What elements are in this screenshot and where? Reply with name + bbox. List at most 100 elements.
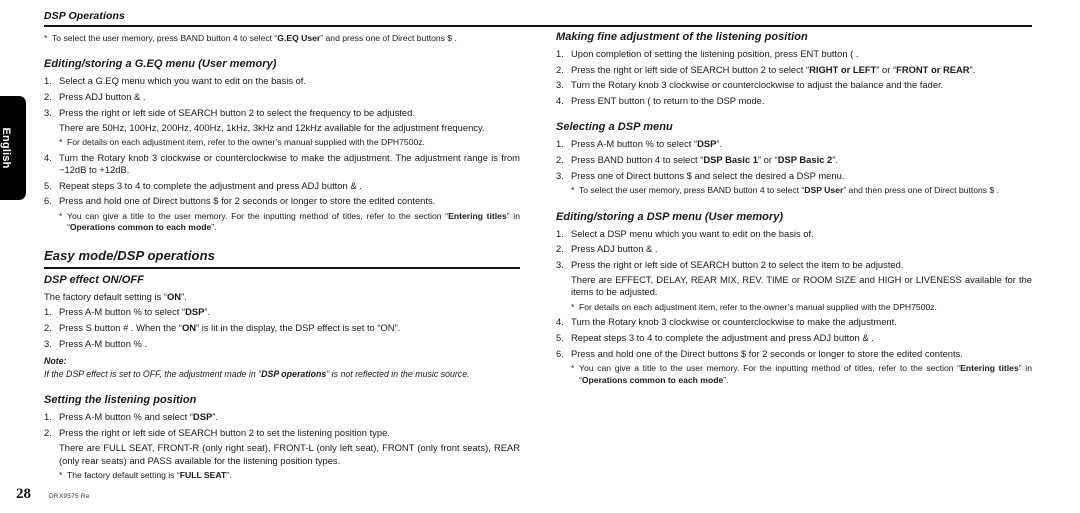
list-item: 3. Turn the Rotary knob 3 clockwise or c… — [556, 79, 1032, 92]
step-text: Press A-M button % and select “DSP”. — [59, 411, 218, 422]
note-after: ”. — [226, 470, 232, 481]
step-number: 3. — [556, 258, 564, 270]
step-before: Press BAND button 4 to select “ — [571, 153, 704, 165]
heading-dsp-effect-onoff: DSP effect ON/OFF — [44, 273, 144, 286]
step-text: Press the right or left side of SEARCH b… — [571, 64, 975, 75]
step-number: 3. — [556, 169, 564, 181]
heading-easy-mode-dsp: Easy mode/DSP operations — [44, 248, 520, 269]
note-before: If the DSP effect is set to OFF, the adj… — [44, 368, 262, 379]
list-item: 1. Upon completion of setting the listen… — [556, 48, 1032, 61]
step-note: * For details on each adjustment item, r… — [571, 302, 1032, 313]
step-before: Press A-M button % to select “ — [571, 138, 698, 150]
step-text: Press the right or left side of SEARCH b… — [59, 427, 390, 439]
step-bold2: FRONT or REAR — [896, 63, 970, 75]
step-text: Turn the Rotary knob 3 clockwise or coun… — [59, 151, 520, 176]
step-text: Press ADJ button & . — [571, 243, 658, 255]
list-item: 3. Press the right or left side of SEARC… — [556, 259, 1032, 314]
closing-note-text: You can give a title to the user memory.… — [67, 211, 520, 234]
list-item: 1. Select a DSP menu which you want to e… — [556, 228, 1032, 241]
step-text: Press the right or left side of SEARCH b… — [571, 258, 904, 270]
step-text: Select a G.EQ menu which you want to edi… — [59, 75, 307, 87]
dsp-effect-lead-after: ”. — [181, 290, 187, 302]
running-head-rule — [44, 25, 1032, 27]
page-number: 28 — [16, 486, 31, 502]
step-number: 3. — [556, 79, 564, 91]
language-tab-label: English — [0, 127, 12, 169]
note-after: ” is not reflected in the music source. — [326, 368, 470, 379]
closing-note-bold2: Operations common to each mode — [69, 222, 212, 233]
running-head-title: DSP Operations — [44, 10, 125, 22]
step-note: * For details on each adjustment item, r… — [59, 137, 520, 148]
step-number: 2. — [556, 243, 564, 255]
note-dsp-effect: Note: If the DSP effect is set to OFF, th… — [44, 356, 520, 380]
steps-editing-geq: 1. Select a G.EQ menu which you want to … — [44, 75, 520, 208]
step-substep: There are FULL SEAT, FRONT-R (only right… — [59, 442, 520, 466]
step-text: Press ENT button ( to return to the DSP … — [571, 94, 765, 106]
note-star-glyph: * — [571, 185, 575, 196]
list-item: 5. Repeat steps 3 to 4 to complete the a… — [44, 180, 520, 193]
dsp-effect-lead: The factory default setting is “ON”. — [44, 291, 520, 304]
step-text: Press S button # . When the “ON” is lit … — [59, 322, 400, 333]
list-item: 4. Turn the Rotary knob 3 clockwise or c… — [556, 316, 1032, 329]
note-selecting-dsp-text: To select the user memory, press BAND bu… — [579, 185, 1032, 196]
step-number: 5. — [44, 179, 52, 191]
step-text: Turn the Rotary knob 3 clockwise or coun… — [571, 316, 897, 328]
step-middle: ” or “ — [757, 153, 778, 165]
step-text: Press A-M button % to select “DSP”. — [59, 306, 210, 317]
note-star-glyph: * — [59, 211, 63, 222]
step-number: 2. — [44, 427, 52, 439]
step-number: 2. — [44, 91, 52, 102]
step-note-text: For details on each adjustment item, ref… — [67, 137, 425, 148]
steps-listening-position: 1. Press A-M button % and select “DSP”. … — [44, 411, 520, 467]
list-item: 1. Press A-M button % and select “DSP”. — [44, 411, 520, 424]
list-item: 3. Press the right or left side of SEARC… — [44, 107, 520, 149]
step-text: Repeat steps 3 to 4 to complete the adju… — [571, 332, 874, 344]
note-selecting-dsp-menu: * To select the user memory, press BAND … — [571, 185, 1032, 196]
closing-note-dsp-text: You can give a title to the user memory.… — [579, 363, 1032, 386]
step-number: 1. — [44, 306, 52, 318]
step-bold1: RIGHT or LEFT — [809, 63, 877, 75]
running-head: DSP Operations — [44, 10, 1032, 27]
note-star-glyph: * — [571, 363, 575, 374]
step-number: 4. — [44, 151, 52, 163]
steps-editing-dsp-menu: 1. Select a DSP menu which you want to e… — [556, 228, 1032, 361]
list-item: 1. Select a G.EQ menu which you want to … — [44, 75, 520, 88]
note-star-glyph: * — [571, 302, 575, 313]
step-number: 3. — [44, 337, 52, 349]
step-number: 1. — [556, 227, 564, 239]
step-text: Press one of Direct buttons $ and select… — [571, 169, 845, 181]
heading-setting-listening-position: Setting the listening position — [44, 394, 197, 407]
heading-selecting-dsp-menu: Selecting a DSP menu — [556, 121, 673, 134]
list-item: 1. Press A-M button % to select “DSP”. — [44, 306, 520, 319]
step-number: 2. — [556, 153, 564, 165]
step-text: Repeat steps 3 to 4 to complete the adju… — [59, 179, 362, 191]
note-before: To select the user memory, press BAND bu… — [579, 185, 805, 196]
list-item: 4. Press ENT button ( to return to the D… — [556, 95, 1032, 108]
step-bold: DSP — [192, 411, 213, 423]
note-star-glyph: * — [44, 33, 48, 43]
note-bold: DSP operations — [261, 368, 327, 379]
list-item: 3. Press one of Direct buttons $ and sel… — [556, 170, 1032, 183]
step-number: 1. — [44, 411, 52, 423]
step-bold1: DSP — [697, 138, 717, 150]
list-item: 4. Turn the Rotary knob 3 clockwise or c… — [44, 152, 520, 177]
step-before: Press A-M button % and select “ — [59, 411, 193, 423]
list-item: 6. Press and hold one of Direct buttons … — [44, 195, 520, 208]
list-item: 3. Press A-M button % . — [44, 338, 520, 351]
step-text: Select a DSP menu which you want to edit… — [571, 227, 814, 239]
left-column: * To select the user memory, press BAND … — [44, 30, 520, 485]
document-code: DRX9575 Re — [49, 493, 90, 500]
step-bold: ON — [181, 322, 197, 334]
closing-note-after: ”. — [211, 222, 217, 233]
note-after: ” and then press one of Direct buttons $… — [843, 185, 1000, 196]
closing-note-geq: * You can give a title to the user memor… — [59, 211, 520, 234]
closing-note-after: ”. — [723, 374, 729, 385]
note-before: The factory default setting is “ — [67, 470, 180, 481]
step-text: Press A-M button % to select “DSP”. — [571, 138, 722, 149]
step-middle: ” or “ — [876, 63, 897, 75]
step-text: Press and hold one of the Direct buttons… — [571, 347, 963, 359]
step-number: 5. — [556, 332, 564, 344]
list-item: 6. Press and hold one of the Direct butt… — [556, 348, 1032, 361]
step-after: ”. — [212, 411, 218, 423]
closing-note-bold2: Operations common to each mode — [581, 374, 724, 385]
